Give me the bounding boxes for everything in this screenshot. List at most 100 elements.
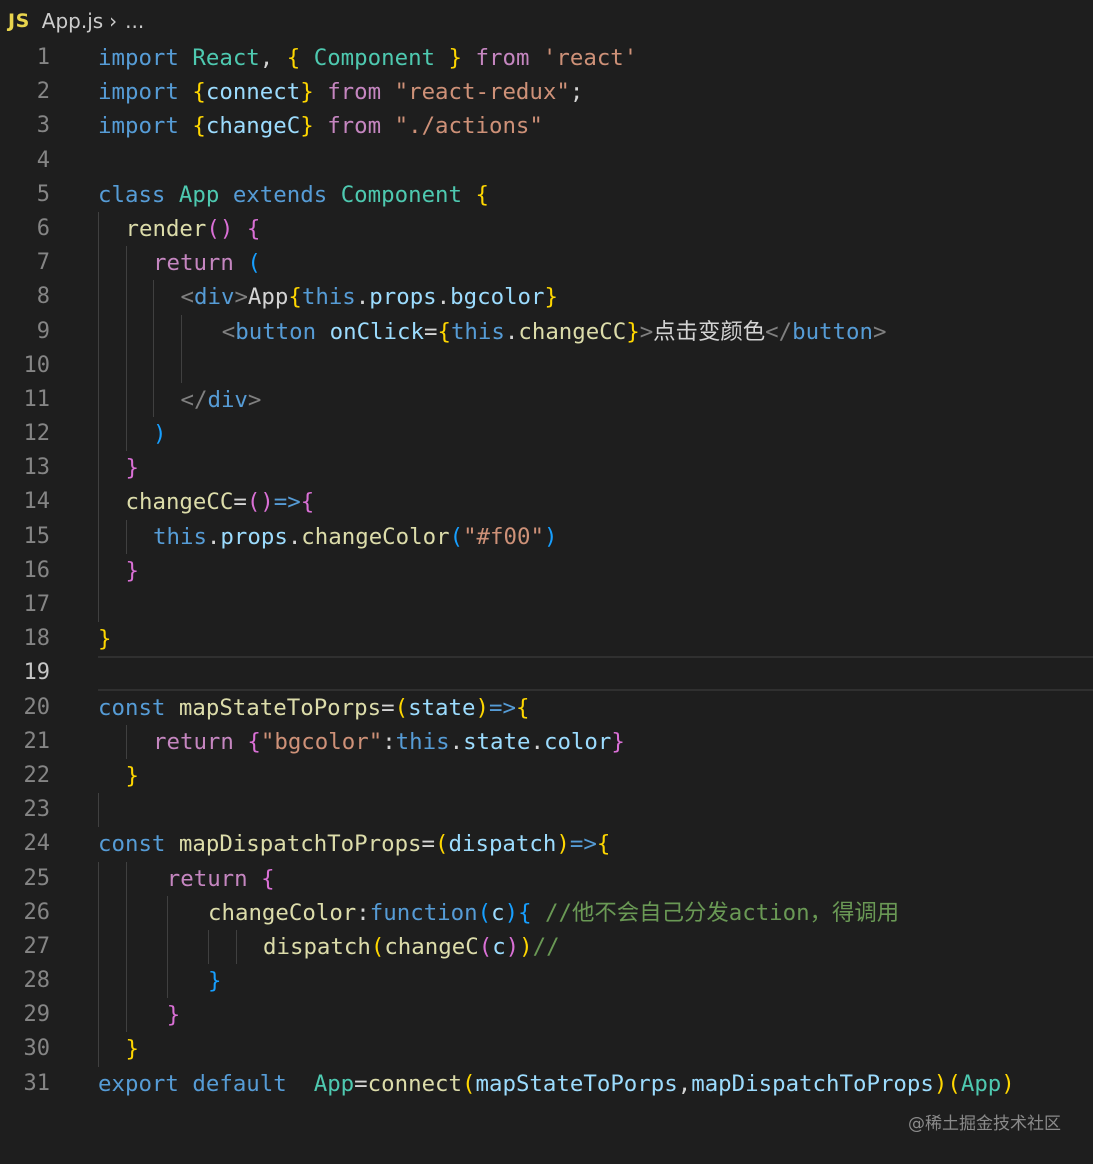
code-line-content[interactable]: } xyxy=(98,622,1093,656)
breadcrumb-trail[interactable]: ... xyxy=(125,9,144,33)
code-line-content[interactable]: import React, { Component } from 'react' xyxy=(98,41,1093,75)
code-text: } xyxy=(98,622,111,656)
code-token: ( xyxy=(462,1070,476,1097)
code-line-content[interactable]: return { xyxy=(98,861,1093,896)
code-token: = xyxy=(423,318,438,345)
code-line[interactable]: 12) xyxy=(0,417,1093,452)
indent-guide xyxy=(98,553,99,588)
line-number: 15 xyxy=(23,523,51,549)
code-token: state xyxy=(408,694,476,721)
code-token: > xyxy=(247,386,262,413)
code-line[interactable]: 6 render() { xyxy=(0,211,1093,247)
code-line[interactable]: 4 xyxy=(0,144,1093,178)
code-line[interactable]: 20 const mapStateToPorps=(state)=>{ xyxy=(0,691,1093,725)
code-line-content[interactable]: } xyxy=(98,998,1093,1033)
code-token: Component xyxy=(340,181,463,208)
code-token: ( xyxy=(247,250,261,277)
code-line[interactable]: 18} xyxy=(0,622,1093,656)
code-line-content[interactable]: } xyxy=(98,964,1093,999)
code-line-content[interactable]: export default App=connect(mapStateToPor… xyxy=(98,1067,1093,1101)
code-line[interactable]: 15 this.props.changeColor("#f00") xyxy=(0,519,1093,554)
code-line[interactable]: 9 <button onClick={this.changeCC}>点击变颜色</… xyxy=(0,314,1093,349)
code-line[interactable]: 23 xyxy=(0,793,1093,828)
code-line[interactable]: 11 </div> xyxy=(0,382,1093,418)
code-line[interactable]: 28} xyxy=(0,964,1093,999)
code-line[interactable]: 27 dispatch(changeC(c))// xyxy=(0,929,1093,965)
code-line-content[interactable]: const mapStateToPorps=(state)=>{ xyxy=(98,691,1093,725)
breadcrumb-file-name[interactable]: App.js xyxy=(42,9,103,33)
code-text: export default App=connect(mapStateToPor… xyxy=(98,1067,1015,1101)
code-line[interactable]: 8 <div>App{this.props.bgcolor} xyxy=(0,280,1093,315)
code-token: //他不会自己分发action，得调用 xyxy=(545,899,900,926)
code-line-content[interactable]: const mapDispatchToProps=(dispatch)=>{ xyxy=(98,827,1093,861)
code-line[interactable]: 25 return { xyxy=(0,861,1093,896)
code-line-content[interactable]: } xyxy=(98,553,1093,588)
code-line-content[interactable]: } xyxy=(98,451,1093,486)
code-token: dispatch xyxy=(263,933,371,960)
code-line[interactable]: 16} xyxy=(0,553,1093,588)
code-token: . xyxy=(530,728,544,755)
code-line[interactable]: 3 import {changeC} from "./actions" xyxy=(0,109,1093,143)
code-line[interactable]: 26 changeColor:function(c){ //他不会自己分发acti… xyxy=(0,895,1093,930)
code-line-content[interactable] xyxy=(98,588,1093,623)
code-token: { xyxy=(246,215,261,242)
code-line[interactable]: 2 import {connect} from "react-redux"; xyxy=(0,75,1093,109)
code-line[interactable]: 22} xyxy=(0,759,1093,793)
indent-guide xyxy=(98,929,99,965)
code-line[interactable]: 31 export default App=connect(mapStateToP… xyxy=(0,1067,1093,1101)
code-line-content[interactable] xyxy=(98,656,1093,691)
code-line[interactable]: 17 xyxy=(0,588,1093,623)
code-line-content[interactable]: <button onClick={this.changeCC}>点击变颜色</b… xyxy=(98,314,1093,349)
code-text: import React, { Component } from 'react' xyxy=(98,41,637,75)
code-text: } xyxy=(126,1032,139,1066)
code-line[interactable]: 29} xyxy=(0,998,1093,1033)
code-line-content[interactable] xyxy=(98,348,1093,383)
code-token: mapStateToPorps xyxy=(475,1070,678,1097)
code-line-content[interactable]: changeColor:function(c){ //他不会自己分发action… xyxy=(98,895,1093,930)
code-token: > xyxy=(872,318,887,345)
indent-guide xyxy=(98,348,99,383)
indent-guide xyxy=(125,861,127,896)
line-number: 20 xyxy=(23,694,51,720)
code-line-content[interactable]: render() { xyxy=(98,211,1093,247)
code-line[interactable]: 7 return ( xyxy=(0,246,1093,281)
code-line[interactable]: 10 xyxy=(0,348,1093,383)
line-number: 4 xyxy=(36,147,50,173)
code-line-content[interactable]: return {"bgcolor":this.state.color} xyxy=(98,724,1093,759)
code-line[interactable]: 1 import React, { Component } from 'react… xyxy=(0,41,1093,75)
code-line-content[interactable]: </div> xyxy=(98,382,1093,418)
code-token: ) xyxy=(933,1070,948,1097)
line-number: 26 xyxy=(23,899,51,925)
code-line-content[interactable]: <div>App{this.props.bgcolor} xyxy=(98,280,1093,315)
code-line[interactable]: 30} xyxy=(0,1032,1093,1067)
code-line-content[interactable]: dispatch(changeC(c))// xyxy=(98,929,1093,965)
code-line-content[interactable]: changeCC=()=>{ xyxy=(98,485,1093,520)
code-line-content[interactable] xyxy=(98,144,1093,178)
code-line-content[interactable]: } xyxy=(98,759,1093,793)
code-line[interactable]: 13} xyxy=(0,451,1093,486)
code-line-content[interactable]: return ( xyxy=(98,246,1093,281)
code-token: : xyxy=(356,899,370,926)
code-line-content[interactable] xyxy=(98,793,1093,828)
code-token: . xyxy=(504,318,519,345)
indent-guide xyxy=(98,588,99,623)
code-line[interactable]: 21 return {"bgcolor":this.state.color} xyxy=(0,724,1093,759)
code-line-content[interactable]: import {connect} from "react-redux"; xyxy=(98,75,1093,109)
code-token: changeCC xyxy=(518,318,627,345)
code-line[interactable]: 5 class App extends Component { xyxy=(0,178,1093,212)
code-line-content[interactable]: import {changeC} from "./actions" xyxy=(98,109,1093,143)
code-line[interactable]: 24 const mapDispatchToProps=(dispatch)=>{ xyxy=(0,827,1093,861)
code-line-content[interactable]: ) xyxy=(98,417,1093,452)
code-line-content[interactable]: } xyxy=(98,1032,1093,1067)
indent-guide xyxy=(180,348,182,383)
code-editor[interactable]: 1 import React, { Component } from 'react… xyxy=(0,41,1093,1101)
code-line[interactable]: 14 changeCC=()=>{ xyxy=(0,485,1093,520)
code-line-content[interactable]: class App extends Component { xyxy=(98,178,1093,212)
line-number: 9 xyxy=(36,318,50,344)
code-text: } xyxy=(208,964,221,998)
code-line[interactable]: 19 xyxy=(0,656,1093,691)
code-line-content[interactable]: this.props.changeColor("#f00") xyxy=(98,519,1093,554)
